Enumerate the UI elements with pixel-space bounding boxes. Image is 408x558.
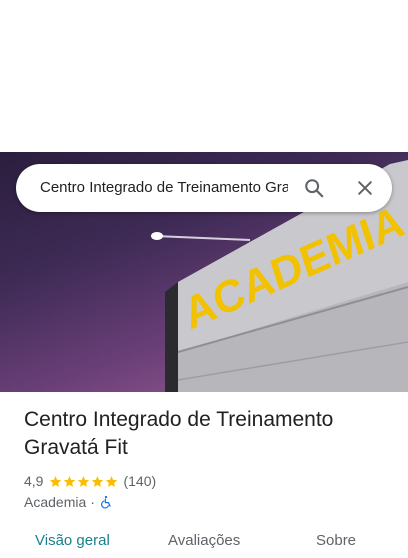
rating-value: 4,9 — [24, 473, 44, 489]
tab-about[interactable]: Sobre — [316, 532, 356, 549]
rating-stars — [49, 475, 119, 488]
close-icon[interactable] — [349, 172, 381, 204]
rating-row[interactable]: 4,9 (140) — [24, 471, 156, 491]
star-icon — [106, 475, 118, 487]
place-category: Academia — [24, 494, 87, 510]
place-title: Centro Integrado de Treinamento Gravatá … — [24, 408, 334, 459]
star-icon — [92, 475, 104, 487]
search-bar: Centro Integrado de Treinamento Gravatá … — [16, 164, 392, 212]
star-icon — [78, 475, 90, 487]
review-count[interactable]: (140) — [123, 473, 156, 489]
star-icon — [50, 475, 62, 487]
facade-edge — [165, 282, 178, 392]
light-bulb — [151, 232, 163, 240]
light-arm — [154, 235, 251, 241]
tab-reviews[interactable]: Avaliações — [168, 532, 240, 549]
wheelchair-accessible-icon — [100, 495, 111, 509]
tab-overview[interactable]: Visão geral — [35, 532, 110, 549]
star-icon — [64, 475, 76, 487]
search-icon[interactable] — [298, 172, 330, 204]
map-area-blank — [0, 0, 408, 152]
category-row: Academia · — [24, 492, 113, 512]
search-input[interactable]: Centro Integrado de Treinamento Gravatá … — [40, 164, 288, 212]
tab-bar: Visão geral Avaliações Sobre — [0, 528, 408, 558]
category-separator: · — [90, 494, 95, 510]
